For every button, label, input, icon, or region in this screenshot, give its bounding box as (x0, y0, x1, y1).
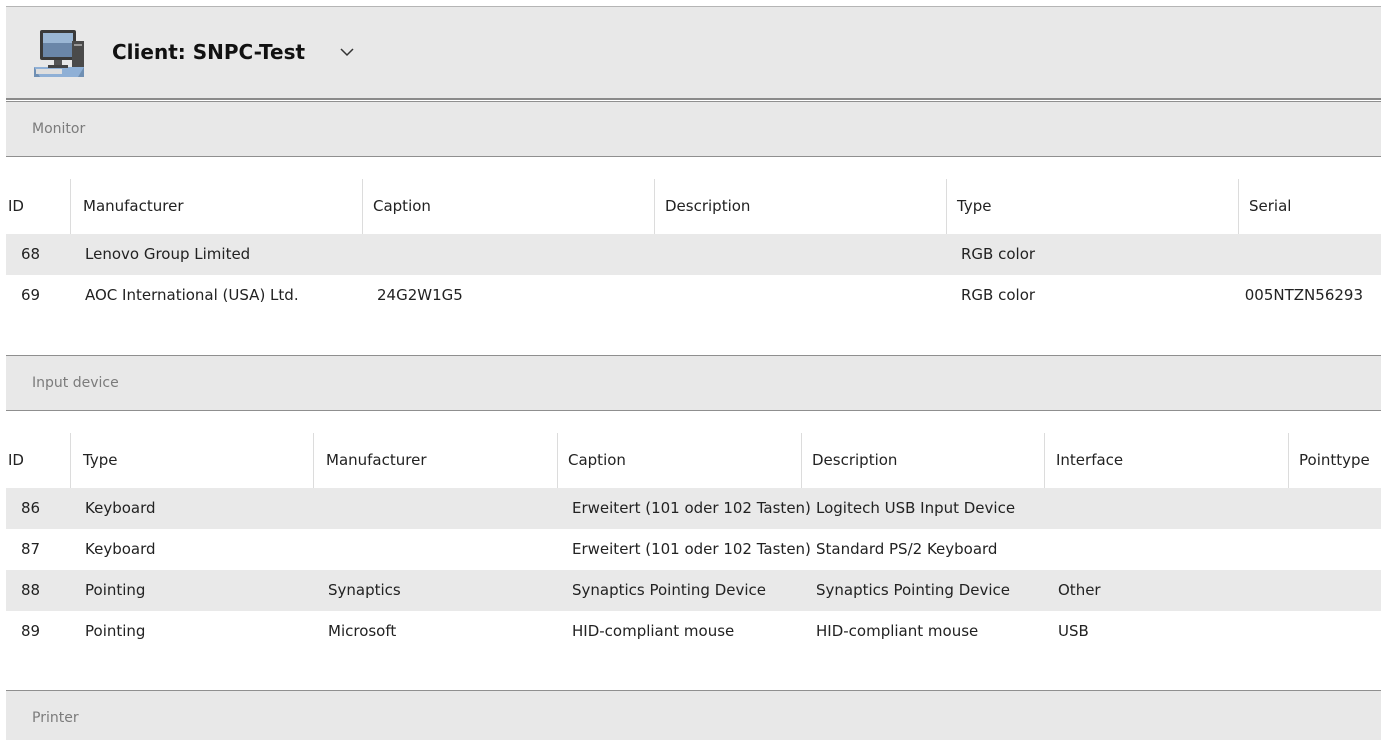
table-row[interactable]: 86 Keyboard Erweitert (101 oder 102 Tast… (6, 488, 1381, 529)
section-printer[interactable]: Printer (6, 690, 1381, 740)
column-header[interactable]: Description (801, 433, 1044, 488)
section-label-monitor: Monitor (32, 121, 86, 137)
column-header[interactable]: Manufacturer (70, 179, 362, 234)
cell-caption: Synaptics Pointing Device (572, 581, 767, 599)
cell-serial: 005NTZN56293 (1244, 286, 1363, 304)
cell-manufacturer: Lenovo Group Limited (85, 245, 251, 263)
cell-id: 86 (21, 499, 41, 517)
cell-type: RGB color (961, 245, 1036, 263)
cell-type: Pointing (85, 622, 146, 640)
table-row[interactable]: 69 AOC International (USA) Ltd. 24G2W1G5… (6, 275, 1381, 316)
client-header: Client: SNPC-Test (6, 6, 1381, 100)
column-header[interactable]: Description (654, 179, 946, 234)
client-hardware-page: Client: SNPC-Test Monitor ID Manufacture… (0, 0, 1381, 740)
cell-description: Standard PS/2 Keyboard (816, 540, 998, 558)
column-header[interactable]: Caption (557, 433, 801, 488)
cell-interface: Other (1058, 581, 1101, 599)
cell-manufacturer: AOC International (USA) Ltd. (85, 286, 299, 304)
cell-id: 87 (21, 540, 41, 558)
section-label-printer: Printer (32, 710, 79, 726)
cell-id: 68 (21, 245, 41, 263)
client-title: Client: SNPC-Test (112, 40, 306, 64)
table-row[interactable]: 87 Keyboard Erweitert (101 oder 102 Tast… (6, 529, 1381, 570)
monitor-table-header: ID Manufacturer Caption Description Type… (6, 179, 1381, 234)
section-input-device[interactable]: Input device (6, 355, 1381, 411)
table-row[interactable]: 88 Pointing Synaptics Synaptics Pointing… (6, 570, 1381, 611)
column-header[interactable]: ID (8, 433, 70, 488)
table-row[interactable]: 89 Pointing Microsoft HID-compliant mous… (6, 611, 1381, 652)
column-header[interactable]: ID (8, 179, 70, 234)
cell-caption: Erweitert (101 oder 102 Tasten) (572, 540, 811, 558)
column-header[interactable]: Interface (1044, 433, 1288, 488)
cell-caption: 24G2W1G5 (377, 286, 463, 304)
chevron-down-icon[interactable] (336, 41, 358, 63)
cell-type: Keyboard (85, 499, 156, 517)
table-row[interactable]: 68 Lenovo Group Limited RGB color (6, 234, 1381, 275)
cell-id: 88 (21, 581, 41, 599)
column-header[interactable]: Type (70, 433, 313, 488)
cell-type: Keyboard (85, 540, 156, 558)
cell-caption: HID-compliant mouse (572, 622, 735, 640)
column-header[interactable]: Type (946, 179, 1238, 234)
cell-description: Synaptics Pointing Device (816, 581, 1011, 599)
column-header[interactable]: Serial (1238, 179, 1381, 234)
cell-description: HID-compliant mouse (816, 622, 979, 640)
cell-manufacturer: Synaptics (328, 581, 401, 599)
cell-type: RGB color (961, 286, 1036, 304)
monitor-table: ID Manufacturer Caption Description Type… (6, 179, 1381, 316)
section-monitor[interactable]: Monitor (6, 101, 1381, 157)
column-header[interactable]: Pointtype (1288, 433, 1381, 488)
cell-interface: USB (1058, 622, 1089, 640)
cell-id: 69 (21, 286, 41, 304)
column-header[interactable]: Manufacturer (313, 433, 557, 488)
column-header[interactable]: Caption (362, 179, 654, 234)
cell-manufacturer: Microsoft (328, 622, 397, 640)
input-device-table: ID Type Manufacturer Caption Description… (6, 433, 1381, 652)
cell-type: Pointing (85, 581, 146, 599)
cell-id: 89 (21, 622, 41, 640)
cell-description: Logitech USB Input Device (816, 499, 1016, 517)
cell-caption: Erweitert (101 oder 102 Tasten) (572, 499, 811, 517)
computer-icon (32, 27, 86, 81)
input-device-table-header: ID Type Manufacturer Caption Description… (6, 433, 1381, 488)
section-label-input-device: Input device (32, 375, 119, 391)
